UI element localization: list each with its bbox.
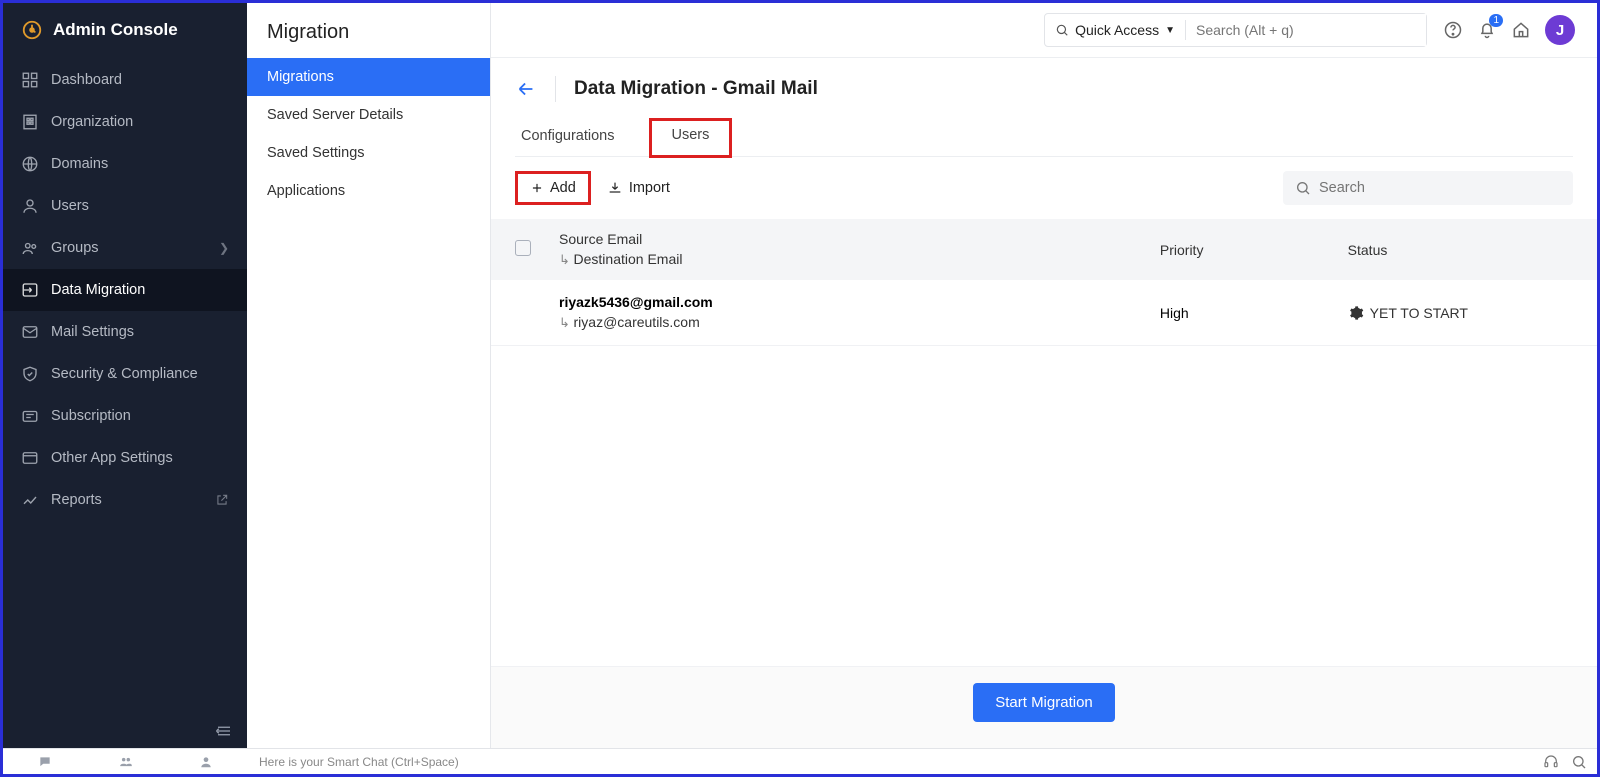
profile-icon[interactable]	[199, 755, 213, 769]
row-destination-email: riyaz@careutils.com	[574, 314, 700, 330]
status-bar: Here is your Smart Chat (Ctrl+Space)	[3, 748, 1597, 774]
nav-label: Domains	[51, 156, 108, 172]
row-priority: High	[1160, 305, 1348, 321]
list-toolbar: Add Import	[491, 157, 1597, 219]
sidebar-item-security[interactable]: Security & Compliance	[3, 353, 247, 395]
tab-configurations[interactable]: Configurations	[515, 118, 621, 156]
mail-settings-icon	[21, 323, 39, 341]
list-search-input[interactable]	[1319, 180, 1561, 196]
sidebar-item-dashboard[interactable]: Dashboard	[3, 59, 247, 101]
add-button[interactable]: Add	[515, 171, 591, 205]
nav-label: Organization	[51, 114, 133, 130]
migration-icon	[21, 281, 39, 299]
page-title: Data Migration - Gmail Mail	[574, 78, 818, 100]
sidebar-item-domains[interactable]: Domains	[3, 143, 247, 185]
import-label: Import	[629, 180, 670, 196]
groups-icon	[21, 239, 39, 257]
nav-label: Data Migration	[51, 282, 145, 298]
sidebar-collapse-button[interactable]	[3, 714, 247, 748]
main-content: Quick Access ▼ 1 J Data Migr	[491, 3, 1597, 748]
nav-label: Dashboard	[51, 72, 122, 88]
organization-icon	[21, 113, 39, 131]
header-destination-email: Destination Email	[574, 251, 683, 267]
notification-badge: 1	[1489, 14, 1503, 27]
user-avatar[interactable]: J	[1545, 15, 1575, 45]
external-link-icon	[215, 493, 229, 507]
search-icon[interactable]	[1571, 754, 1587, 770]
sidebar-item-mail-settings[interactable]: Mail Settings	[3, 311, 247, 353]
notifications-button[interactable]: 1	[1477, 20, 1497, 40]
sidebar-item-subscription[interactable]: Subscription	[3, 395, 247, 437]
user-icon	[21, 197, 39, 215]
add-label: Add	[550, 180, 576, 196]
contacts-icon[interactable]	[117, 755, 135, 769]
apps-icon	[21, 449, 39, 467]
sidebar-header: Admin Console	[3, 3, 247, 59]
chat-icon[interactable]	[37, 755, 53, 769]
reports-icon	[21, 491, 39, 509]
sidebar-item-users[interactable]: Users	[3, 185, 247, 227]
import-button[interactable]: Import	[607, 180, 670, 196]
subnav-item-saved-server-details[interactable]: Saved Server Details	[247, 96, 490, 134]
secondary-sidebar: Migration Migrations Saved Server Detail…	[247, 3, 491, 748]
app-title: Admin Console	[53, 20, 178, 40]
back-button[interactable]	[515, 78, 537, 100]
table-row[interactable]: riyazk5436@gmail.com ↳ riyaz@careutils.c…	[491, 280, 1597, 346]
smart-chat-hint[interactable]: Here is your Smart Chat (Ctrl+Space)	[247, 755, 1533, 769]
row-status: YET TO START	[1370, 305, 1468, 321]
sidebar-item-reports[interactable]: Reports	[3, 479, 247, 521]
primary-sidebar: Admin Console Dashboard Organization Dom…	[3, 3, 247, 748]
tabs: Configurations Users	[515, 118, 1573, 157]
headset-icon[interactable]	[1543, 754, 1559, 770]
dashboard-icon	[21, 71, 39, 89]
start-migration-button[interactable]: Start Migration	[973, 683, 1115, 722]
sidebar-item-organization[interactable]: Organization	[3, 101, 247, 143]
sidebar-item-data-migration[interactable]: Data Migration	[3, 269, 247, 311]
home-button[interactable]	[1511, 20, 1531, 40]
caret-down-icon: ▼	[1165, 25, 1175, 36]
global-search: Quick Access ▼	[1044, 13, 1427, 47]
quick-access-label: Quick Access	[1075, 22, 1159, 38]
shield-icon	[21, 365, 39, 383]
table-header: Source Email ↳ Destination Email Priorit…	[491, 219, 1597, 280]
subscription-icon	[21, 407, 39, 425]
nav-label: Other App Settings	[51, 450, 173, 466]
header-priority: Priority	[1160, 242, 1348, 258]
search-icon	[1295, 180, 1311, 196]
select-all-checkbox[interactable]	[515, 240, 531, 256]
action-footer: Start Migration	[491, 666, 1597, 748]
subnav-title: Migration	[247, 3, 490, 58]
nav-label: Users	[51, 198, 89, 214]
globe-icon	[21, 155, 39, 173]
import-icon	[607, 180, 623, 196]
header-source-email: Source Email	[559, 231, 1160, 247]
subnav-item-applications[interactable]: Applications	[247, 172, 490, 210]
plus-icon	[530, 181, 544, 195]
tab-users[interactable]: Users	[649, 118, 733, 158]
sidebar-item-groups[interactable]: Groups ❯	[3, 227, 247, 269]
header-status: Status	[1348, 242, 1573, 258]
gear-icon	[1348, 305, 1364, 321]
arrow-sub-icon: ↳	[559, 315, 574, 330]
help-button[interactable]	[1443, 20, 1463, 40]
list-search	[1283, 171, 1573, 205]
nav-label: Security & Compliance	[51, 366, 198, 382]
nav-label: Reports	[51, 492, 102, 508]
arrow-sub-icon: ↳	[559, 252, 574, 267]
nav-label: Groups	[51, 240, 99, 256]
sidebar-item-other-apps[interactable]: Other App Settings	[3, 437, 247, 479]
nav-label: Mail Settings	[51, 324, 134, 340]
divider	[555, 76, 556, 102]
search-icon	[1055, 23, 1069, 37]
nav-label: Subscription	[51, 408, 131, 424]
subnav-item-saved-settings[interactable]: Saved Settings	[247, 134, 490, 172]
app-logo-icon	[21, 19, 43, 41]
global-search-input[interactable]	[1186, 14, 1426, 46]
page-header: Data Migration - Gmail Mail Configuratio…	[491, 58, 1597, 157]
row-source-email: riyazk5436@gmail.com	[559, 294, 1160, 310]
subnav-item-migrations[interactable]: Migrations	[247, 58, 490, 96]
topbar: Quick Access ▼ 1 J	[491, 3, 1597, 58]
chevron-right-icon: ❯	[219, 241, 229, 255]
quick-access-button[interactable]: Quick Access ▼	[1045, 14, 1185, 46]
